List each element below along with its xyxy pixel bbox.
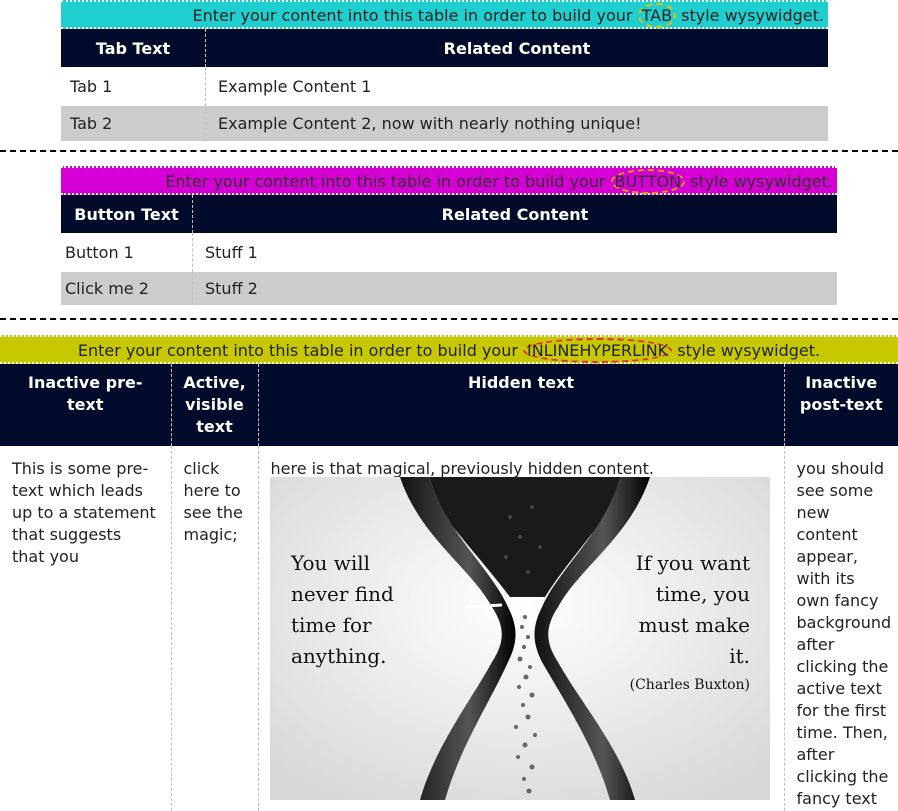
tab-banner-text-before: Enter your content into this table in or… [192,6,638,25]
button-cell[interactable]: Button 1 [61,233,193,272]
tab-header-related-content: Related Content [205,29,828,67]
button-header-related-content: Related Content [192,195,837,233]
quote-attribution: (Charles Buxton) [629,677,750,693]
inline-banner: Enter your content into this table in or… [0,335,898,364]
quote-right: If you want time, you must make it. [635,551,750,668]
button-banner-keyword: BUTTON [610,169,686,194]
tab-banner-keyword: TAB [637,3,677,28]
button-banner-text-before: Enter your content into this table in or… [165,172,611,191]
button-header-button-text: Button Text [61,195,193,233]
inline-header-pre-text: Inactive pre-text [0,364,171,446]
button-cell[interactable]: Click me 2 [61,272,193,305]
tab-banner-text-after: style wysywidget. [676,6,824,25]
section-divider [0,150,898,152]
table-row: Click me 2 Stuff 2 [61,272,837,305]
table-row: Tab 2 Example Content 2, now with nearly… [61,106,828,141]
pre-text-cell: This is some pre-text which leads up to … [12,459,156,566]
button-banner: Enter your content into this table in or… [61,166,837,195]
table-row: Tab 1 Example Content 1 [61,67,828,106]
quote-left: You will never find time for anything. [291,551,394,668]
content-cell[interactable]: Example Content 1 [205,67,828,106]
tab-cell[interactable]: Tab 1 [61,67,206,106]
inline-header-active-text: Active, visible text [170,364,258,446]
table-row: Button 1 Stuff 1 [61,233,837,272]
inline-banner-keyword: INLINEHYPERLINK [523,338,673,363]
button-banner-text-after: style wysywidget. [685,172,833,191]
tab-cell[interactable]: Tab 2 [61,106,206,141]
inline-banner-text-after: style wysywidget. [672,341,821,360]
hourglass-quote-image: You will never find time for anything. I… [270,477,770,800]
inline-banner-text-before: Enter your content into this table in or… [77,341,523,360]
hidden-text: here is that magical, previously hidden … [270,459,655,478]
tab-content-table: Tab Text Related Content Tab 1 Example C… [61,29,828,141]
content-cell[interactable]: Stuff 2 [192,272,837,305]
button-content-table: Button Text Related Content Button 1 Stu… [61,195,837,305]
tab-banner: Enter your content into this table in or… [61,0,828,29]
content-cell[interactable]: Stuff 1 [192,233,837,272]
active-text-link[interactable]: click here to see the magic; [170,446,258,811]
section-divider [0,318,898,320]
post-text-cell: you should see some new content appear, … [783,446,898,811]
tab-header-tab-text: Tab Text [61,29,206,67]
inline-header-hidden-text: Hidden text [257,364,784,446]
inline-header-post-text: Inactive post-text [783,364,898,446]
content-cell[interactable]: Example Content 2, now with nearly nothi… [205,106,828,141]
